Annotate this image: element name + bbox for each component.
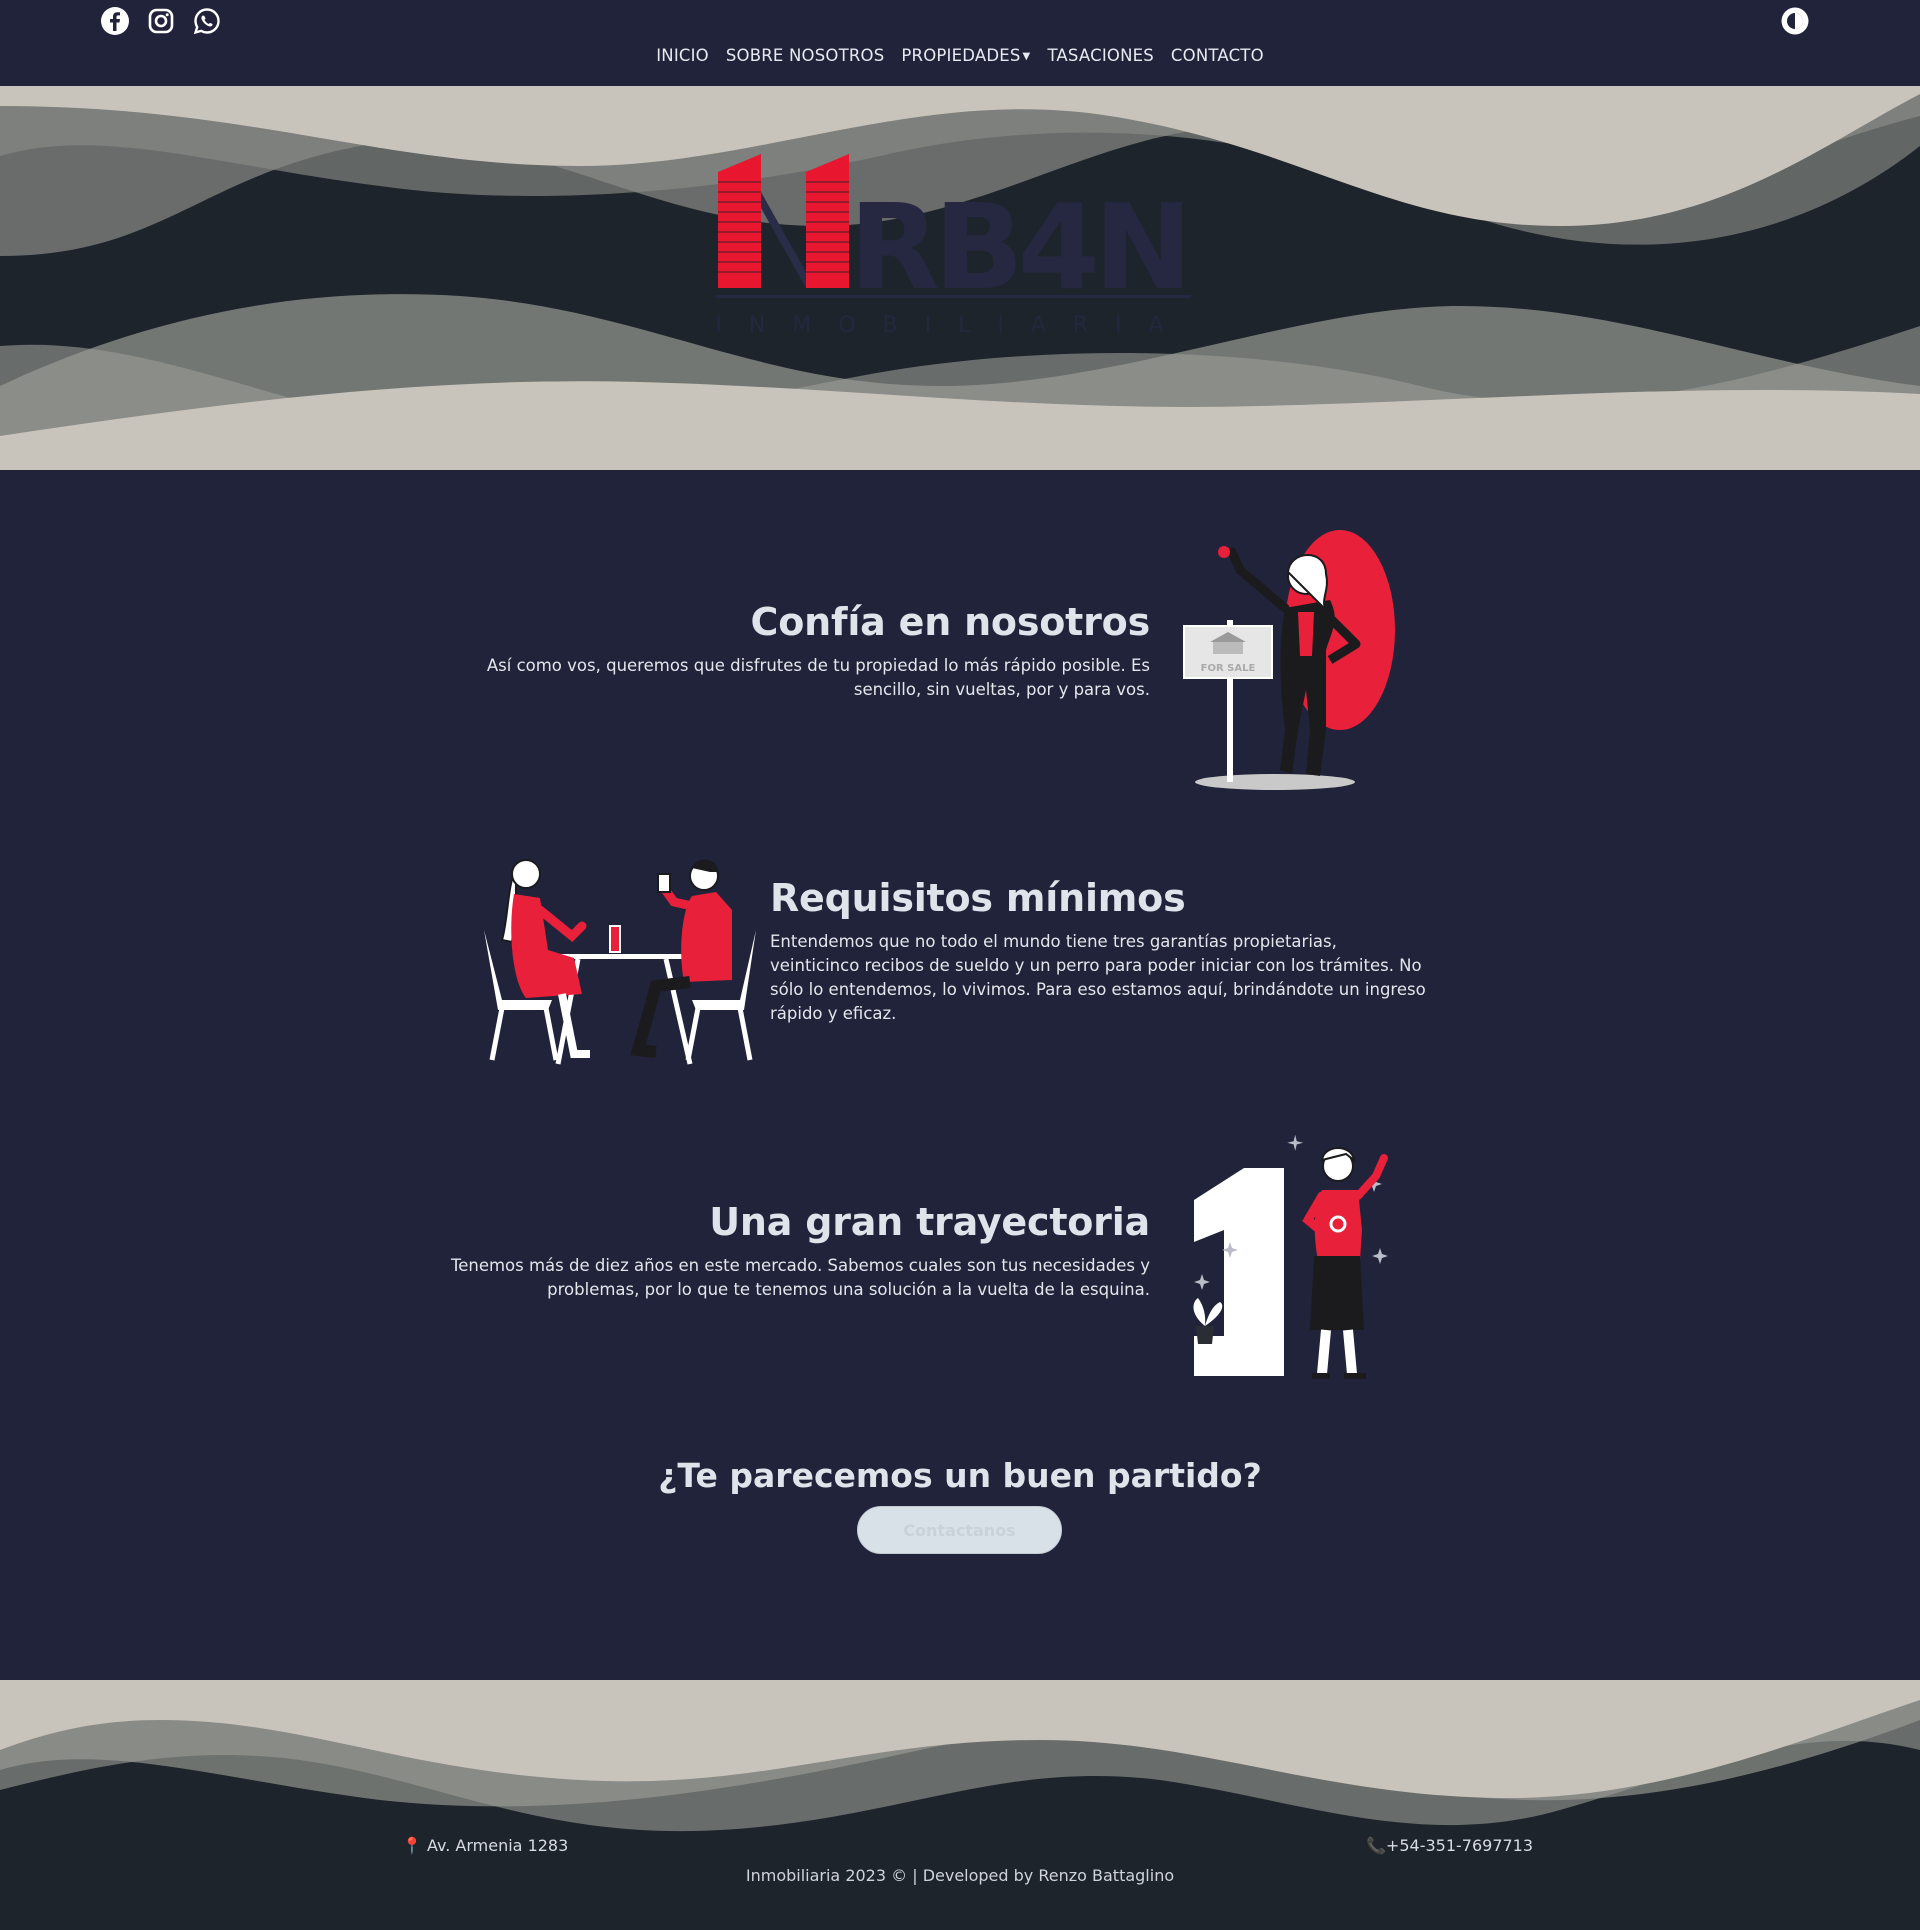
feature-title: Confía en nosotros [750, 600, 1151, 644]
phone-text: +54-351-7697713 [1385, 1836, 1534, 1855]
contact-button[interactable]: Contactanos [857, 1506, 1062, 1554]
main-nav: INICIO SOBRE NOSOTROS PROPIEDADES ▼ TASAC… [0, 46, 1920, 65]
contrast-icon[interactable] [1780, 6, 1810, 36]
feature-title: Una gran trayectoria [709, 1200, 1150, 1244]
sign-label: FOR SALE [1201, 663, 1256, 674]
building-icon [718, 154, 849, 288]
top-bar: INICIO SOBRE NOSOTROS PROPIEDADES ▼ TASAC… [0, 0, 1920, 86]
feature-text: Entendemos que no todo el mundo tiene tr… [770, 932, 1426, 1023]
footer-wave-background [0, 1680, 1920, 1930]
nav-sobre-nosotros[interactable]: SOBRE NOSOTROS [726, 46, 885, 65]
footer-address: 📍 Av. Armenia 1283 [402, 1836, 568, 1855]
nav-tasaciones[interactable]: TASACIONES [1047, 46, 1153, 65]
map-pin-icon: 📍 [402, 1836, 422, 1855]
nav-contacto[interactable]: CONTACTO [1171, 46, 1264, 65]
logo-tagline: INMOBILIARIA [716, 313, 1191, 338]
instagram-icon[interactable] [146, 6, 176, 36]
feature-confia: Confía en nosotros Así como vos, queremo… [480, 600, 1150, 702]
hero-banner: RB4N INMOBILIARIA [0, 86, 1920, 470]
address-text: Av. Armenia 1283 [427, 1836, 569, 1855]
feature-requisitos: Requisitos mínimos Entendemos que no tod… [770, 876, 1430, 1026]
feature-trayectoria: Una gran trayectoria Tenemos más de diez… [450, 1200, 1150, 1302]
footer-phone[interactable]: 📞+54-351-7697713 [1366, 1836, 1533, 1855]
realtor-for-sale-illustration: FOR SALE [1183, 530, 1395, 790]
nav-propiedades-dropdown[interactable]: PROPIEDADES ▼ [901, 46, 1030, 65]
cta-title: ¿Te parecemos un buen partido? [658, 1456, 1262, 1495]
feature-text: Así como vos, queremos que disfrutes de … [486, 656, 1150, 699]
nav-propiedades-label: PROPIEDADES [901, 46, 1021, 65]
social-links [100, 6, 222, 36]
nav-inicio[interactable]: INICIO [656, 46, 709, 65]
whatsapp-icon[interactable] [192, 6, 222, 36]
phone-icon: 📞 [1366, 1836, 1386, 1855]
meeting-table-illustration [484, 859, 756, 1065]
caret-down-icon: ▼ [1022, 51, 1031, 62]
urban-logo: RB4N INMOBILIARIA [716, 154, 1193, 338]
footer [0, 1680, 1920, 1930]
footer-copyright: Inmobiliaria 2023 © | Developed by Renzo… [745, 1866, 1175, 1885]
facebook-icon[interactable] [100, 6, 130, 36]
feature-text: Tenemos más de diez años en este mercado… [450, 1256, 1150, 1299]
feature-title: Requisitos mínimos [770, 876, 1186, 920]
number-one-award-illustration [1193, 1134, 1388, 1379]
